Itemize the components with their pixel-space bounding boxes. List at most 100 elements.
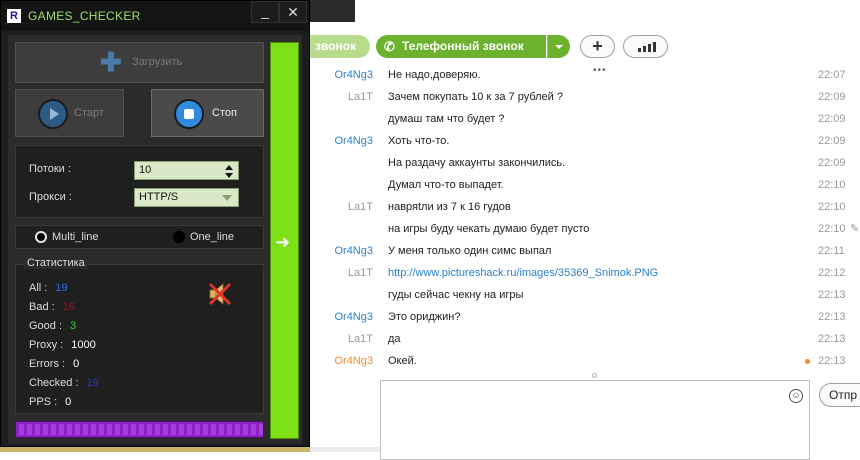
progress-segment [139, 424, 144, 435]
speaker-muted-icon[interactable] [206, 280, 234, 308]
message-time: 22:13 [818, 289, 846, 301]
proxy-type-select[interactable]: HTTP/S [134, 188, 239, 207]
progress-bar [15, 421, 264, 438]
stat-checked: Checked :19 [29, 377, 99, 389]
mode-panel: Multi_line One_line [15, 225, 264, 249]
phone-call-button[interactable]: ✆ Телефонный звонок [376, 35, 546, 58]
stat-all: All :19 [29, 282, 68, 294]
start-button-label: Старт [74, 107, 104, 119]
minimize-button[interactable]: _ [251, 1, 279, 23]
main-panel: ✚ Загрузить Старт Стоп Потоки : 10 Прокс… [8, 35, 302, 444]
emoticon-icon[interactable]: ☺ [789, 389, 803, 403]
chat-message: Думал что-то выпадет. 22:10 [310, 174, 860, 196]
progress-segment [91, 424, 96, 435]
stat-pps: PPS :0 [29, 396, 72, 408]
stat-good-value: 3 [70, 320, 77, 332]
splitter-handle[interactable] [592, 373, 597, 378]
progress-segment [155, 424, 160, 435]
message-input[interactable]: ☺ [380, 380, 810, 460]
progress-segment [75, 424, 80, 435]
message-time: 22:07 [818, 69, 846, 81]
phone-icon: ✆ [384, 39, 395, 54]
add-participant-button[interactable]: + [580, 35, 615, 58]
one-line-label: One_line [190, 231, 235, 243]
chat-message: La1T да 22:13 [310, 328, 860, 350]
message-time: 22:13 [818, 333, 846, 345]
phone-call-label: Телефонный звонок [402, 39, 524, 53]
stop-button[interactable]: Стоп [151, 89, 264, 137]
chat-message: Or4Ng3 Хоть что-то. 22:09 [310, 130, 860, 152]
chat-message: Or4Ng3 У меня только один симс выпал 22:11 [310, 240, 860, 262]
statistics-panel: Статистика All :19 Bad :16 Good :3 Proxy… [15, 257, 264, 414]
progress-segment [251, 424, 256, 435]
stat-all-value: 19 [55, 282, 68, 294]
message-time: 22:09 [818, 157, 846, 169]
message-time: 22:10 [818, 223, 846, 235]
settings-panel: Потоки : 10 Прокси : HTTP/S [15, 145, 264, 218]
chat-message: La1T навряtли из 7 к 16 гудов 22:10 [310, 196, 860, 218]
one-line-radio[interactable] [173, 231, 185, 243]
signal-bar-icon [653, 42, 656, 52]
chat-history: Or4Ng3 Не надо,доверяю. 22:07 La1T Зачем пок… [310, 64, 860, 372]
progress-segment [227, 424, 232, 435]
app-logo-icon: R [7, 9, 21, 23]
chat-message: Or4Ng3 Не надо,доверяю. 22:07 [310, 64, 860, 86]
chat-message: на игры буду чекать думаю будет пусто 22:… [310, 218, 860, 240]
progress-segment [243, 424, 248, 435]
multi-line-radio[interactable] [35, 231, 47, 243]
title-bar[interactable]: R GAMES_CHECKER _ ✕ [1, 1, 309, 31]
message-time: 22:12 [818, 267, 846, 279]
message-text: Это ориджин? [388, 311, 461, 323]
message-text: Хоть что-то. [388, 135, 450, 147]
progress-segment [43, 424, 48, 435]
play-icon [38, 99, 68, 129]
progress-segment [195, 424, 200, 435]
progress-segment [115, 424, 120, 435]
window-title: GAMES_CHECKER [28, 9, 141, 23]
progress-segment [259, 424, 264, 435]
chat-message: Or4Ng3 Окей. 22:13 [310, 350, 860, 372]
message-time: 22:13 [818, 311, 846, 323]
send-button[interactable]: Отпр [819, 383, 860, 407]
progress-segment [171, 424, 176, 435]
message-link[interactable]: http://www.pictureshack.ru/images/35369_… [388, 262, 658, 284]
stop-icon [174, 99, 204, 129]
message-time: 22:10 [818, 201, 846, 213]
plus-icon: ✚ [100, 47, 122, 77]
chat-message: La1T Зачем покупать 10 к за 7 рублей ? 22:… [310, 86, 860, 108]
message-text: навряtли из 7 к 16 гудов [388, 201, 511, 213]
progress-segment [147, 424, 152, 435]
threads-value: 10 [139, 164, 152, 176]
message-time: 22:10 [818, 179, 846, 191]
spin-up-icon[interactable] [225, 165, 233, 170]
load-button[interactable]: ✚ Загрузить [15, 42, 264, 83]
progress-segment [59, 424, 64, 435]
threads-label: Потоки : [29, 163, 71, 175]
progress-segment [203, 424, 208, 435]
message-time: 22:13 [818, 355, 846, 367]
expand-side-button[interactable]: ➜ [270, 42, 299, 439]
progress-segments [19, 424, 264, 435]
message-text: на игры буду чекать думаю будет пусто [388, 223, 590, 235]
arrow-right-icon: ➜ [275, 232, 291, 252]
multi-line-label: Multi_line [52, 231, 99, 243]
stat-proxy-value: 1000 [71, 339, 96, 351]
chevron-down-icon [222, 195, 232, 201]
signal-bar-icon [648, 44, 651, 52]
progress-segment [99, 424, 104, 435]
close-button[interactable]: ✕ [279, 1, 307, 23]
call-quality-button[interactable] [623, 35, 668, 58]
progress-segment [179, 424, 184, 435]
message-text: Зачем покупать 10 к за 7 рублей ? [388, 91, 563, 103]
message-text: Окей. [388, 355, 417, 367]
start-button[interactable]: Старт [15, 89, 124, 137]
edit-icon[interactable]: ✎ [850, 218, 859, 240]
stat-bad: Bad :16 [29, 301, 75, 313]
message-text: гуды сейчас чекну на игры [388, 289, 524, 301]
chat-message: гуды сейчас чекну на игры 22:13 [310, 284, 860, 306]
progress-segment [163, 424, 168, 435]
threads-stepper[interactable]: 10 [134, 161, 239, 180]
spin-down-icon[interactable] [225, 173, 233, 178]
call-dropdown-button[interactable] [547, 35, 570, 58]
video-call-button[interactable]: звонок [305, 35, 370, 58]
